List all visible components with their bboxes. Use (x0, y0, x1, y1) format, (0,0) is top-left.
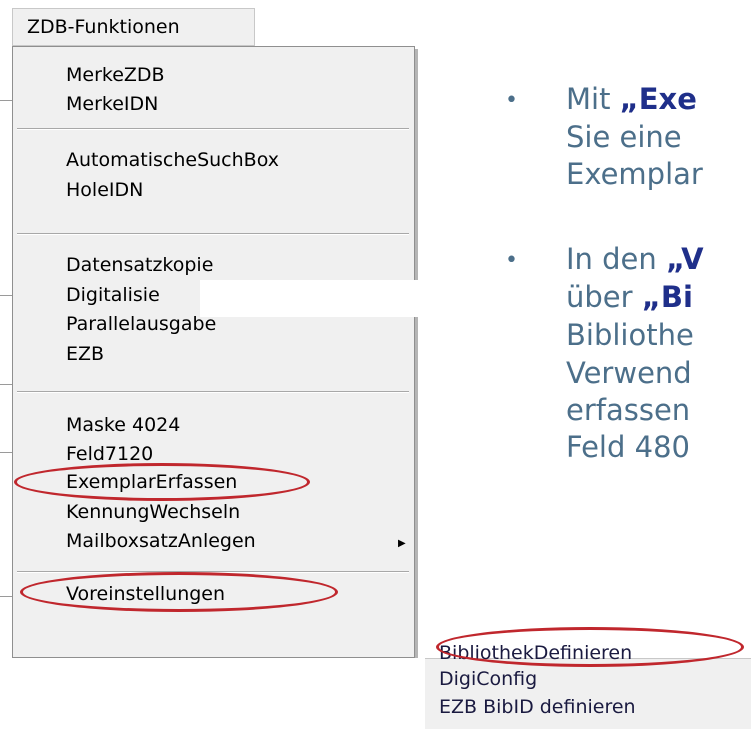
highlight-ellipse-voreinstellungen (20, 572, 338, 612)
background-divider (0, 596, 12, 597)
bullet-icon: • (505, 88, 518, 113)
bullet-2-line-3: Bibliothe (566, 318, 694, 352)
bullet-1-line-1-text: Mit (566, 82, 620, 116)
bullet-icon: • (505, 248, 518, 273)
menu-item-merkezdb[interactable]: MerkeZDB (66, 63, 165, 87)
bullet-1-line-1-bold: „Exe (619, 82, 697, 116)
bullet-2-line-1: In den „V (566, 240, 704, 278)
submenu-voreinstellungen: BibliothekDefinieren DigiConfig EZB BibI… (425, 642, 751, 729)
menu-item-holeidn[interactable]: HoleIDN (66, 178, 143, 202)
highlight-ellipse-bibliothekdefinieren (436, 627, 744, 667)
bullet-2-line-4: Verwend (566, 356, 692, 390)
background-divider (0, 452, 12, 453)
background-divider (0, 100, 12, 101)
background-area (0, 658, 425, 728)
bullet-2-line-2: über „Bi (566, 278, 693, 316)
occluding-overlay (200, 280, 455, 317)
submenu-item-digiconfig[interactable]: DigiConfig (439, 667, 537, 691)
background-divider (415, 530, 416, 660)
menu-item-merkeidn[interactable]: MerkeIDN (66, 92, 158, 116)
dropdown-menu: MerkeZDB MerkeIDN AutomatischeSuchBox Ho… (12, 46, 415, 658)
menu-item-ezb[interactable]: EZB (66, 342, 104, 366)
highlight-ellipse-exemplarerfassen (14, 463, 310, 501)
menu-separator (17, 391, 409, 393)
bullet-2-line-6: Feld 480 (566, 430, 690, 464)
background-divider (415, 80, 416, 400)
menu-item-maske-4024[interactable]: Maske 4024 (66, 413, 180, 437)
submenu-arrow-icon: ▶ (398, 538, 406, 549)
menu-title[interactable]: ZDB-Funktionen (12, 8, 255, 46)
submenu-item-ezb-bibid-definieren[interactable]: EZB BibID definieren (439, 695, 636, 719)
menu-item-kennungwechseln[interactable]: KennungWechseln (66, 500, 240, 524)
bullet-1-line-1: Mit „Exe (566, 80, 697, 118)
menu-item-datensatzkopie[interactable]: Datensatzkopie (66, 253, 213, 277)
bullet-1-line-2: Sie eine (566, 120, 682, 154)
menu-item-automatischesuchbox[interactable]: AutomatischeSuchBox (66, 148, 279, 172)
menu-item-parallelausgabe[interactable]: Parallelausgabe (66, 312, 216, 336)
background-divider (0, 384, 12, 385)
screenshot: ZDB-Funktionen MerkeZDB MerkeIDN Automat… (0, 0, 751, 729)
bullet-2-line-1-text: In den (566, 242, 666, 276)
bullet-2-line-1-bold: „V (666, 242, 704, 276)
menu-separator (17, 233, 409, 235)
bullet-1-line-3: Exemplar (566, 157, 703, 191)
bullet-2-line-5: erfassen (566, 393, 691, 427)
menu-item-mailboxsatzanlegen[interactable]: MailboxsatzAnlegen (66, 529, 256, 553)
menu-item-digitalisie[interactable]: Digitalisie (66, 283, 160, 307)
bullet-2-line-2-text: über (566, 280, 642, 314)
background-divider (0, 295, 12, 296)
bullet-2-line-2-bold: „Bi (641, 280, 693, 314)
menu-separator (17, 128, 409, 130)
